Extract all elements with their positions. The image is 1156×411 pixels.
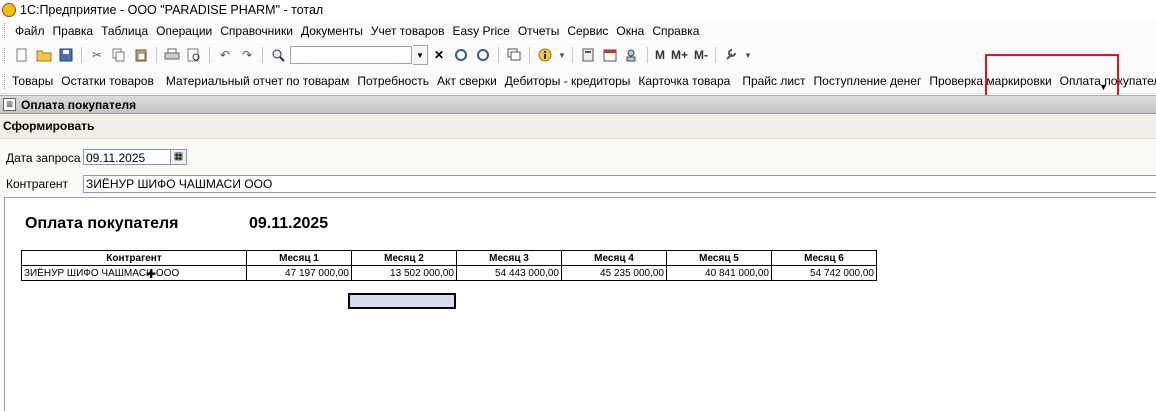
report-sheet[interactable]: Оплата покупателя 09.11.2025 Контрагент М… [4, 197, 1156, 411]
amount-cell[interactable]: 54 443 000,00 [456, 265, 562, 281]
info-icon[interactable] [536, 46, 554, 64]
report-icon: ▥ [3, 98, 16, 111]
panel-more-icon[interactable]: ▼ [1099, 82, 1108, 92]
undo-icon[interactable]: ↶ [216, 46, 234, 64]
settings-wrench-icon[interactable] [722, 46, 740, 64]
toolbar-separator [262, 47, 263, 63]
amount-cell[interactable]: 45 235 000,00 [561, 265, 667, 281]
menu-grip-icon [4, 23, 8, 38]
app-logo-icon [2, 3, 16, 17]
column-header: Месяц 5 [666, 250, 772, 266]
memory-add-button[interactable]: M+ [671, 48, 688, 62]
amount-cell[interactable]: 40 841 000,00 [666, 265, 772, 281]
date-picker-icon[interactable]: ▦ [171, 149, 187, 165]
redo-icon[interactable]: ↷ [238, 46, 256, 64]
generate-button[interactable]: Сформировать [3, 119, 94, 133]
search-icon[interactable] [269, 46, 287, 64]
form-title-bar: ▥ Оплата покупателя [0, 95, 1156, 114]
search-input[interactable] [290, 46, 412, 64]
toolbar-separator [498, 47, 499, 63]
mouse-cursor-icon: ✚ [146, 267, 157, 281]
counterparty-field[interactable]: ЗИЁНУР ШИФО ЧАШМАСИ ООО [83, 175, 1156, 193]
panel-item[interactable]: Карточка товара [634, 74, 734, 88]
menu-item[interactable]: Файл [11, 24, 49, 38]
find-previous-icon[interactable] [474, 46, 492, 64]
menu-item[interactable]: Окна [612, 24, 648, 38]
print-preview-icon[interactable] [185, 46, 203, 64]
column-header: Месяц 3 [456, 250, 562, 266]
title-bar: 1С:Предприятие - ООО "PARADISE PHARM" - … [0, 0, 1156, 20]
column-header: Контрагент [21, 250, 247, 266]
toolbar-separator [156, 47, 157, 63]
table-header-row: Контрагент Месяц 1 Месяц 2 Месяц 3 Месяц 4 Ме… [21, 250, 877, 266]
panel-item[interactable]: Прайс лист [738, 74, 809, 88]
toolbar-separator [572, 47, 573, 63]
calculator-icon[interactable] [579, 46, 597, 64]
menu-item[interactable]: Операции [152, 24, 216, 38]
menu-item[interactable]: Документы [297, 24, 367, 38]
panel-item[interactable]: Дебиторы - кредиторы [501, 74, 635, 88]
panel-item[interactable]: Потребность [353, 74, 433, 88]
memory-subtract-button[interactable]: M- [694, 48, 708, 62]
counterparty-label: Контрагент [6, 177, 69, 191]
settings-dropdown-icon[interactable]: ▼ [744, 46, 752, 64]
print-icon[interactable] [163, 46, 181, 64]
menu-item[interactable]: Отчеты [514, 24, 563, 38]
menu-item[interactable]: Easy Price [448, 24, 513, 38]
amount-cell[interactable]: 54 742 000,00 [771, 265, 877, 281]
report-date: 09.11.2025 [249, 215, 329, 232]
info-dropdown-icon[interactable]: ▼ [558, 46, 566, 64]
toolbar-separator [647, 47, 648, 63]
selected-cell[interactable] [348, 293, 456, 309]
counterparty-cell[interactable]: ЗИЁНУР ШИФО ЧАШМАСИ ООО [21, 265, 247, 281]
window-title: 1С:Предприятие - ООО "PARADISE PHARM" - … [20, 3, 324, 17]
memory-button[interactable]: M [655, 48, 665, 62]
menu-item[interactable]: Сервис [563, 24, 612, 38]
column-header: Месяц 1 [246, 250, 352, 266]
menu-bar: Файл Правка Таблица Операции Справочники Доку… [0, 20, 1156, 41]
date-field[interactable]: 09.11.2025 [83, 149, 171, 165]
date-label: Дата запроса [6, 151, 81, 165]
function-panel: Товары Остатки товаров Материальный отчет … [0, 69, 1156, 94]
menu-item[interactable]: Правка [49, 24, 98, 38]
toolbar: ✂ ↶ ↷ ▼ ✕ ▼ M M+ M- ▼ [0, 42, 1156, 68]
copy-icon[interactable] [110, 46, 128, 64]
menu-item[interactable]: Таблица [97, 24, 152, 38]
form-title: Оплата покупателя [21, 97, 137, 112]
column-header: Месяц 2 [351, 250, 457, 266]
panel-item[interactable]: Остатки товаров [57, 74, 158, 88]
amount-cell[interactable]: 13 502 000,00 [351, 265, 457, 281]
toolbar-separator [715, 47, 717, 63]
amount-cell[interactable]: 47 197 000,00 [246, 265, 352, 281]
find-next-icon[interactable] [452, 46, 470, 64]
panel-item[interactable]: Материальный отчет по товарам [162, 74, 354, 88]
toolbar-separator [81, 47, 82, 63]
search-dropdown-icon[interactable]: ▼ [413, 45, 428, 65]
command-bar: Сформировать [0, 114, 1156, 139]
toolbar-separator [209, 47, 210, 63]
report-title: Оплата покупателя [25, 215, 179, 232]
column-header: Месяц 6 [771, 250, 877, 266]
paste-icon[interactable] [132, 46, 150, 64]
menu-item[interactable]: Учет товаров [367, 24, 449, 38]
toolbar-grip-icon [4, 47, 8, 63]
toolbar-separator [529, 47, 530, 63]
menu-item[interactable]: Справка [648, 24, 703, 38]
calendar-icon[interactable] [601, 46, 619, 64]
panel-grip-icon [4, 73, 5, 89]
panel-item[interactable]: Товары [8, 74, 57, 88]
menu-item[interactable]: Справочники [216, 24, 297, 38]
panel-item[interactable]: Акт сверки [433, 74, 501, 88]
open-folder-icon[interactable] [35, 46, 53, 64]
report-settings: Дата запроса 09.11.2025 ▦ Контрагент ЗИЁ… [0, 139, 1156, 197]
clear-search-icon[interactable]: ✕ [430, 46, 448, 64]
panel-item[interactable]: Поступление денег [810, 74, 926, 88]
save-icon[interactable] [57, 46, 75, 64]
cut-icon[interactable]: ✂ [88, 46, 106, 64]
user-icon[interactable] [623, 46, 641, 64]
new-document-icon[interactable] [13, 46, 31, 64]
windows-icon[interactable] [505, 46, 523, 64]
column-header: Месяц 4 [561, 250, 667, 266]
